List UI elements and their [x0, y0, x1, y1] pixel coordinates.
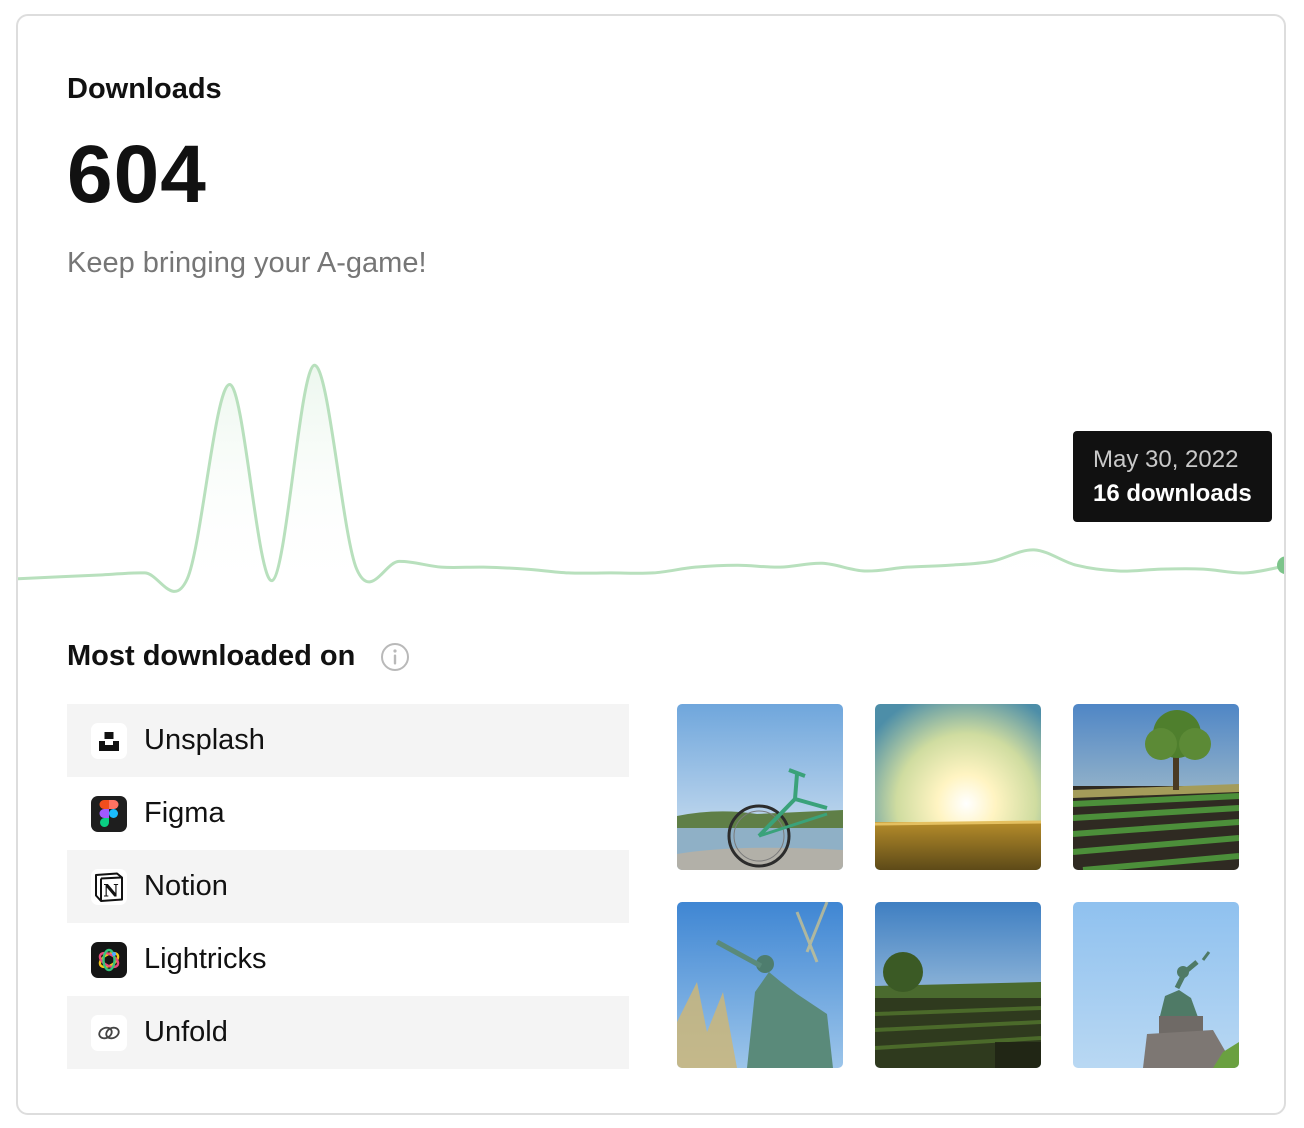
photo-thumbnail[interactable]: [677, 902, 843, 1068]
notion-logo-icon: N: [91, 868, 127, 905]
card-subtitle: Keep bringing your A-game!: [67, 247, 427, 279]
platform-label: Notion: [144, 870, 228, 902]
platform-item-unfold[interactable]: Unfold: [67, 996, 629, 1069]
photo-thumbnail[interactable]: [1073, 902, 1239, 1068]
platform-item-lightricks[interactable]: Lightricks: [67, 923, 629, 996]
platform-item-unsplash[interactable]: Unsplash: [67, 704, 629, 777]
tooltip-value: 16 downloads: [1093, 480, 1252, 507]
platform-list: Unsplash Figma N Notion Lightricks Unfol…: [67, 704, 629, 1069]
section-title: Most downloaded on: [67, 640, 356, 672]
chart-tooltip: May 30, 2022 16 downloads: [1073, 431, 1272, 522]
platform-item-figma[interactable]: Figma: [67, 777, 629, 850]
info-icon[interactable]: [380, 642, 410, 672]
photo-thumbnail[interactable]: [1073, 704, 1239, 870]
platform-item-notion[interactable]: N Notion: [67, 850, 629, 923]
photo-thumbnail[interactable]: [875, 902, 1041, 1068]
platform-label: Unfold: [144, 1016, 228, 1048]
platform-label: Figma: [144, 797, 225, 829]
platform-label: Unsplash: [144, 724, 265, 756]
photo-grid: [677, 704, 1240, 1070]
downloads-count: 604: [67, 129, 207, 220]
card-title: Downloads: [67, 73, 222, 105]
unfold-logo-icon: [91, 1014, 127, 1051]
photo-thumbnail[interactable]: [875, 704, 1041, 870]
lightricks-logo-icon: [91, 941, 127, 978]
unsplash-logo-icon: [91, 722, 127, 759]
tooltip-date: May 30, 2022: [1093, 446, 1239, 473]
figma-logo-icon: [91, 795, 127, 832]
photo-thumbnail[interactable]: [677, 704, 843, 870]
platform-label: Lightricks: [144, 943, 267, 975]
downloads-card: Downloads 604 Keep bringing your A-game!…: [16, 14, 1286, 1115]
svg-text:N: N: [103, 881, 119, 901]
